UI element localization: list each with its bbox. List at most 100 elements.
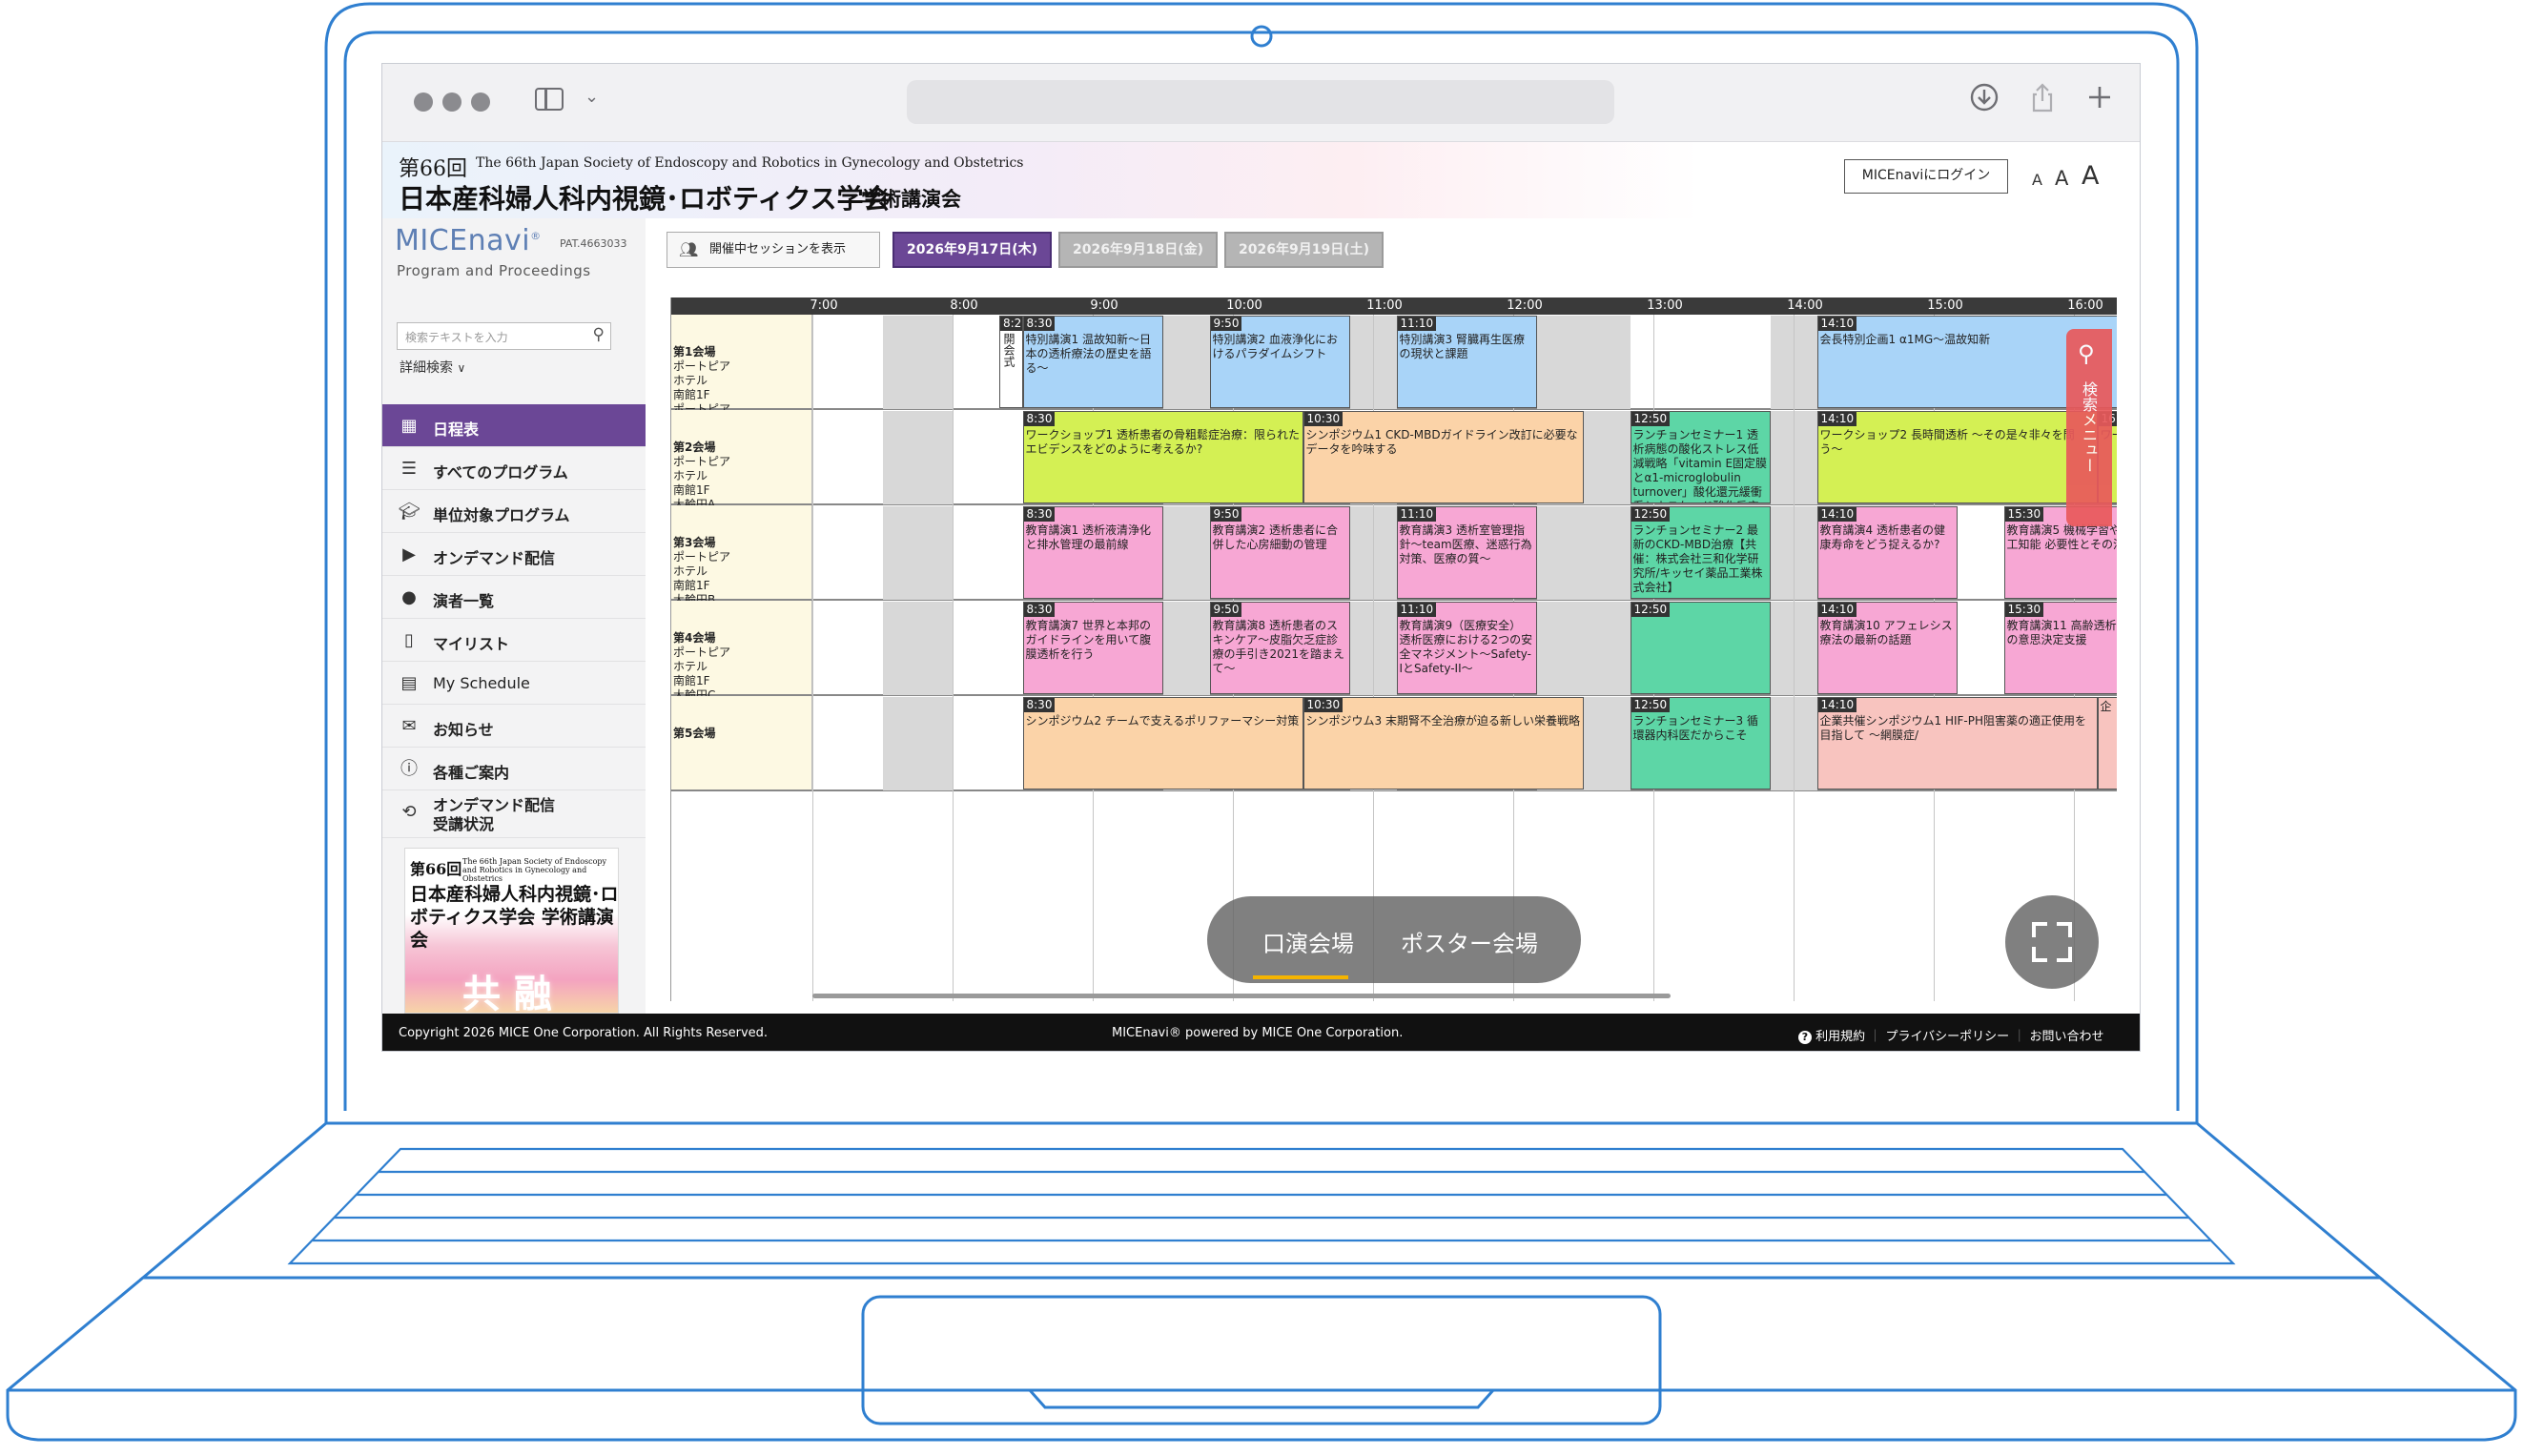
session-block[interactable]: 9:50 特別講演2 血液浄化におけるパラダイムシフト: [1209, 316, 1350, 408]
session-block[interactable]: 8:2 開会式: [999, 316, 1023, 408]
tab-day-3[interactable]: 2026年9月19日(土): [1224, 232, 1384, 268]
session-block[interactable]: 12:50: [1630, 602, 1771, 694]
session-block[interactable]: 9:50 教育講演2 透析患者に合併した心房細動の管理: [1209, 506, 1350, 599]
logo-patent: PAT.4663033: [560, 237, 627, 250]
nav-item-my-schedule[interactable]: ▤ My Schedule: [382, 662, 646, 705]
session-time: 10:30: [1303, 698, 1344, 712]
window-zoom-dot[interactable]: [471, 92, 490, 112]
congress-banner[interactable]: 第66回 The 66th Japan Society of Endoscopy…: [404, 848, 619, 1014]
tab-day-2[interactable]: 2026年9月18日(金): [1058, 232, 1218, 268]
chevron-down-icon[interactable]: ⌄: [585, 87, 599, 107]
session-block[interactable]: 14:10 教育講演10 アフェレシス療法の最新の話題: [1816, 602, 1958, 694]
session-time: 12:50: [1631, 412, 1671, 426]
break-column: [882, 316, 953, 409]
history-icon: ⟲: [401, 802, 417, 822]
session-time: 12:50: [1631, 507, 1671, 522]
session-title: シンポジウム2 チームで支えるポリファーマシー対策: [1025, 714, 1300, 728]
address-bar[interactable]: [907, 80, 1614, 124]
nav-item-speakers[interactable]: ● 演者一覧: [382, 576, 646, 619]
search-input[interactable]: 検索テキストを入力 ⚲: [397, 322, 611, 350]
venue-oral-option[interactable]: 口演会場: [1262, 925, 1354, 958]
session-block[interactable]: 8:30 シンポジウム2 チームで支えるポリファーマシー対策: [1022, 697, 1303, 790]
room-label: 第2会場 ポートピア ホテル 南館1F 大輪田A: [671, 410, 812, 511]
font-size-large[interactable]: A: [2082, 161, 2099, 191]
time-label: 10:00: [1226, 298, 1262, 313]
venue-poster-option[interactable]: ポスター会場: [1401, 925, 1538, 958]
micenavi-logo: MICEnavi®: [395, 224, 542, 257]
search-menu-tab[interactable]: ⚲ 検索メニュー: [2066, 329, 2112, 526]
session-block[interactable]: 8:30 教育講演1 透析液清浄化と排水管理の最前線: [1022, 506, 1163, 599]
room-label: 第3会場 ポートピア ホテル 南館1F 大輪田B: [671, 505, 812, 606]
break-column: [1162, 506, 1210, 600]
search-menu-label: 検索メニュー: [2080, 381, 2098, 473]
session-time: 8:30: [1023, 698, 1056, 712]
terms-link[interactable]: 利用規約: [1815, 1030, 1865, 1044]
session-time: 10:30: [1303, 412, 1344, 426]
share-icon[interactable]: [2025, 81, 2060, 115]
font-size-medium[interactable]: A: [2055, 167, 2068, 190]
break-column: [882, 697, 953, 790]
session-block[interactable]: 12:50 ランチョンセミナー2 最新のCKD-MBD治療【共催：株式会社三和化学…: [1630, 506, 1771, 599]
login-button[interactable]: MICEnaviにログイン: [1844, 159, 2008, 194]
window-minimize-dot[interactable]: [442, 92, 462, 112]
advanced-search-toggle[interactable]: 詳細検索 ∨: [400, 358, 465, 377]
nav-item-information[interactable]: ⓘ 各種ご案内: [382, 748, 646, 790]
session-block[interactable]: 8:30 ワークショップ1 透析患者の骨粗鬆症治療：限られたエビデンスをどのように…: [1022, 411, 1303, 503]
time-label: 8:00: [950, 298, 978, 313]
nav-label: すべてのプログラム: [433, 463, 568, 482]
session-block[interactable]: 12:50 ランチョンセミナー3 循環器内科医だからこそ: [1630, 697, 1771, 790]
left-sidebar: MICEnavi® PAT.4663033 Program and Procee…: [382, 218, 646, 1014]
info-icon: ⓘ: [400, 759, 418, 779]
font-size-small[interactable]: A: [2032, 171, 2042, 189]
session-block[interactable]: 8:30 教育講演7 世界と本邦のガイドラインを用いて腹膜透析を行う: [1022, 602, 1163, 694]
session-title: 特別講演2 血液浄化におけるパラダイムシフト: [1212, 333, 1338, 360]
tab-day-1[interactable]: 2026年9月17日(木): [892, 232, 1052, 268]
search-icon: ⚲: [2078, 340, 2095, 367]
copyright-text: Copyright 2026 MICE One Corporation. All…: [399, 1026, 769, 1040]
room-place-line: ホテル: [673, 564, 708, 578]
timetable-scrollbar[interactable]: [812, 994, 1671, 998]
congress-title: 日本産科婦人科内視鏡･ロボティクス学会: [399, 183, 891, 215]
plus-icon[interactable]: [2082, 81, 2117, 115]
search-icon[interactable]: ⚲: [593, 325, 605, 344]
help-icon: ?: [1798, 1031, 1812, 1044]
window-close-dot[interactable]: [414, 92, 433, 112]
session-block[interactable]: 14:10 企業共催シンポジウム1 HIF-PH阻害薬の適正使用を目指して 〜網膜…: [1816, 697, 2098, 790]
logo-registered-mark: ®: [530, 230, 542, 242]
session-block[interactable]: 11:10 特別講演3 腎臓再生医療の現状と課題: [1396, 316, 1537, 408]
session-title: 企: [2100, 700, 2112, 713]
download-icon[interactable]: [1967, 81, 2001, 115]
graduation-cap-icon: 🎓︎: [398, 502, 420, 522]
session-block[interactable]: 12:50 ランチョンセミナー1 透析病態の酸化ストレス低減戦略「vitamin …: [1630, 411, 1771, 503]
session-block[interactable]: 9:50 教育講演8 透析患者のスキンケア〜皮脂欠乏症診療の手引き2021を踏まえ…: [1209, 602, 1350, 694]
session-title: ワークショップ1 透析患者の骨粗鬆症治療：限られたエビデンスをどのように考えるか…: [1025, 428, 1300, 456]
sidebar-icon[interactable]: [535, 88, 564, 111]
fullscreen-button[interactable]: [2005, 895, 2099, 989]
nav-item-on-demand[interactable]: ▶ オンデマンド配信: [382, 533, 646, 576]
nav-item-on-demand-status[interactable]: ⟲ オンデマンド配信 受講状況: [382, 790, 646, 838]
nav-item-all-programs[interactable]: ☰ すべてのプログラム: [382, 447, 646, 490]
list-icon: ☰: [400, 459, 418, 479]
session-block[interactable]: 11:10 教育講演9（医療安全） 透析医療における2つの安全マネジメント〜Saf…: [1396, 602, 1537, 694]
nav-item-my-list[interactable]: ▯ マイリスト: [382, 619, 646, 662]
session-block[interactable]: 14:10 ワークショップ2 長時間透析 〜その是々非々を問う〜: [1816, 411, 2098, 503]
session-block[interactable]: 14:10 教育講演4 透析患者の健康寿命をどう捉えるか?: [1816, 506, 1958, 599]
venue-toggle[interactable]: 口演会場 ポスター会場: [1207, 896, 1581, 983]
room-place-line: ポートピア: [673, 550, 731, 564]
session-block[interactable]: 11:10 教育講演3 透析室管理指針〜team医療、迷惑行為対策、医療の質〜: [1396, 506, 1537, 599]
nav-item-credit-programs[interactable]: 🎓︎ 単位対象プログラム: [382, 490, 646, 533]
session-time: 15:30: [2004, 507, 2044, 522]
session-block[interactable]: 10:30 シンポジウム3 末期腎不全治療が迫る新しい栄養戦略: [1303, 697, 1584, 790]
session-block[interactable]: 15:30 教育講演11 高齢透析患者の意思決定支援: [2003, 602, 2117, 694]
session-block[interactable]: 企: [2097, 697, 2117, 790]
session-block[interactable]: 8:30 特別講演1 温故知新〜日本の透析療法の歴史を語る〜: [1022, 316, 1163, 408]
banner-title: 日本産科婦人科内視鏡･ロボティクス学会 学術講演会: [410, 884, 619, 951]
site-header: 第66回 The 66th Japan Society of Endoscopy…: [382, 142, 2140, 218]
session-title: ランチョンセミナー3 循環器内科医だからこそ: [1632, 714, 1758, 742]
nav-item-news[interactable]: ✉ お知らせ: [382, 705, 646, 748]
privacy-link[interactable]: プライバシーポリシー: [1885, 1030, 2009, 1044]
contact-link[interactable]: お問い合わせ: [2029, 1030, 2103, 1044]
show-running-sessions-button[interactable]: 👥︎ 開催中セッションを表示: [667, 232, 880, 268]
session-block[interactable]: 10:30 シンポジウム1 CKD-MBDガイドライン改訂に必要なデータを吟味する: [1303, 411, 1584, 503]
nav-item-schedule[interactable]: ▦ 日程表: [382, 404, 646, 447]
